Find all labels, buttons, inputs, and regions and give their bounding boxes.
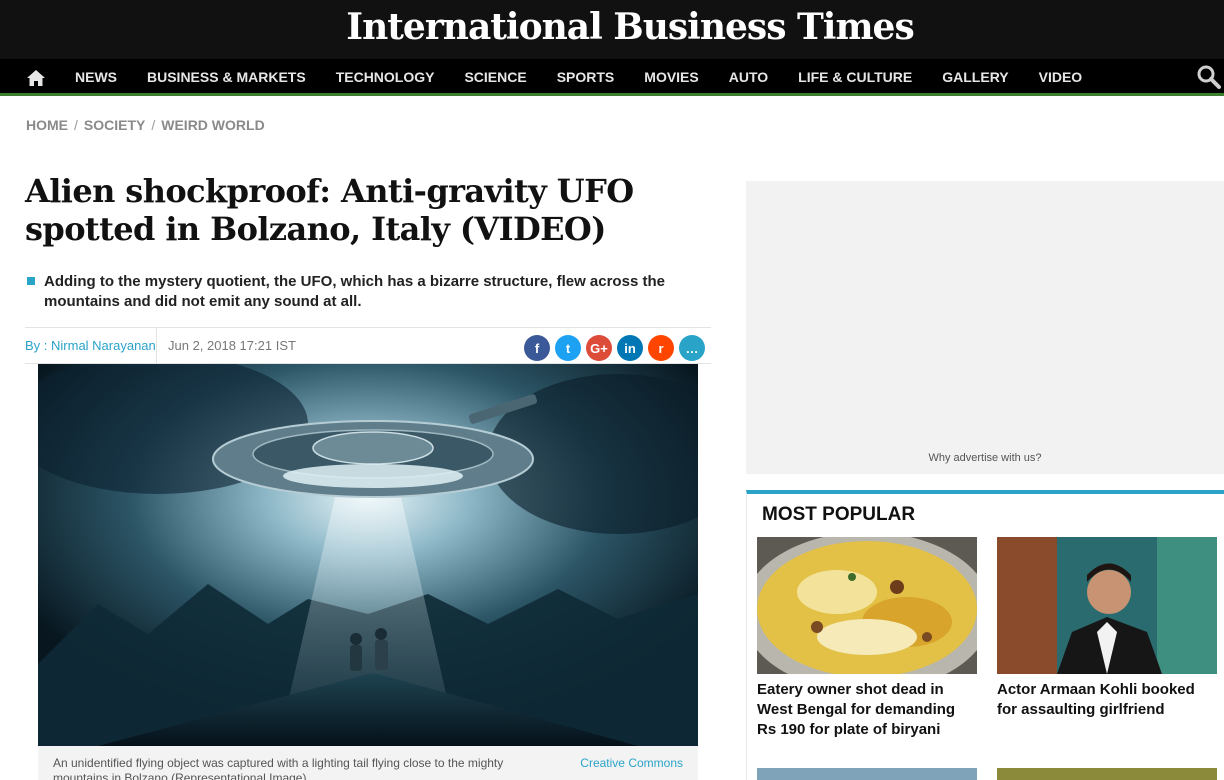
nav-item-auto[interactable]: AUTO (714, 59, 783, 96)
google-plus-share-button[interactable]: G+ (586, 335, 612, 361)
breadcrumb-weird-world[interactable]: WEIRD WORLD (161, 117, 264, 133)
popular-item-headline: Eatery owner shot dead in West Bengal fo… (757, 681, 956, 738)
comment-share-button[interactable]: … (679, 335, 705, 361)
byline-bar: By : Nirmal Narayanan Jun 2, 2018 17:21 … (25, 327, 711, 364)
nav-item-business-markets[interactable]: BUSINESS & MARKETS (132, 59, 321, 96)
reddit-share-button[interactable]: r (648, 335, 674, 361)
site-logo[interactable]: International Business Times (0, 6, 1224, 48)
breadcrumb-separator: / (151, 117, 156, 133)
nav-list: NEWS BUSINESS & MARKETS TECHNOLOGY SCIEN… (60, 59, 1097, 96)
byline-divider (156, 328, 157, 364)
ufo-illustration (38, 364, 698, 746)
nav-item-technology[interactable]: TECHNOLOGY (321, 59, 450, 96)
nav-item-life-culture[interactable]: LIFE & CULTURE (783, 59, 927, 96)
masthead: International Business Times (0, 0, 1224, 59)
most-popular-title: MOST POPULAR (762, 504, 916, 525)
popular-item[interactable]: Eatery owner shot dead in West Bengal fo… (757, 537, 977, 740)
nav-item-sports[interactable]: SPORTS (542, 59, 630, 96)
share-buttons: f t G+ in r… (524, 335, 710, 361)
nav-item-movies[interactable]: MOVIES (629, 59, 713, 96)
breadcrumb-society[interactable]: SOCIETY (84, 117, 145, 133)
image-caption-box: An unidentified flying object was captur… (38, 746, 698, 780)
facebook-share-button[interactable]: f (524, 335, 550, 361)
breadcrumb-home[interactable]: HOME (26, 117, 68, 133)
image-credit-link[interactable]: Creative Commons (580, 756, 683, 770)
most-popular-panel: MOST POPULAR Eatery owner shot dead in W… (746, 490, 1224, 780)
article-hero-image (38, 364, 698, 746)
breadcrumb-separator: / (74, 117, 78, 133)
nav-item-gallery[interactable]: GALLERY (927, 59, 1023, 96)
popular-item-thumbnail[interactable] (997, 768, 1217, 780)
author-link[interactable]: By : Nirmal Narayanan (25, 338, 156, 353)
why-advertise-link[interactable]: Why advertise with us? (746, 452, 1224, 464)
popular-item-headline: Actor Armaan Kohli booked for assaulting… (997, 681, 1195, 718)
nav-item-science[interactable]: SCIENCE (449, 59, 541, 96)
summary-bullet (27, 277, 35, 285)
biryani-thumbnail (757, 537, 977, 674)
publish-date: Jun 2, 2018 17:21 IST (168, 338, 296, 353)
image-caption: An unidentified flying object was captur… (53, 756, 504, 780)
twitter-share-button[interactable]: t (555, 335, 581, 361)
popular-item[interactable]: Actor Armaan Kohli booked for assaulting… (997, 537, 1217, 720)
nav-item-video[interactable]: VIDEO (1024, 59, 1098, 96)
linkedin-share-button[interactable]: in (617, 335, 643, 361)
nav-item-news[interactable]: NEWS (60, 59, 132, 96)
home-icon[interactable] (26, 68, 46, 88)
main-nav: NEWS BUSINESS & MARKETS TECHNOLOGY SCIEN… (0, 59, 1224, 96)
popular-item-thumbnail[interactable] (757, 768, 977, 780)
article-summary: Adding to the mystery quotient, the UFO,… (44, 273, 665, 310)
advertisement-slot: Why advertise with us? (746, 181, 1224, 474)
search-icon[interactable] (1196, 64, 1222, 90)
article-headline: Alien shockproof: Anti-gravity UFO spott… (25, 172, 634, 248)
actor-thumbnail (997, 537, 1217, 674)
breadcrumb: HOME / SOCIETY / WEIRD WORLD (26, 117, 265, 133)
